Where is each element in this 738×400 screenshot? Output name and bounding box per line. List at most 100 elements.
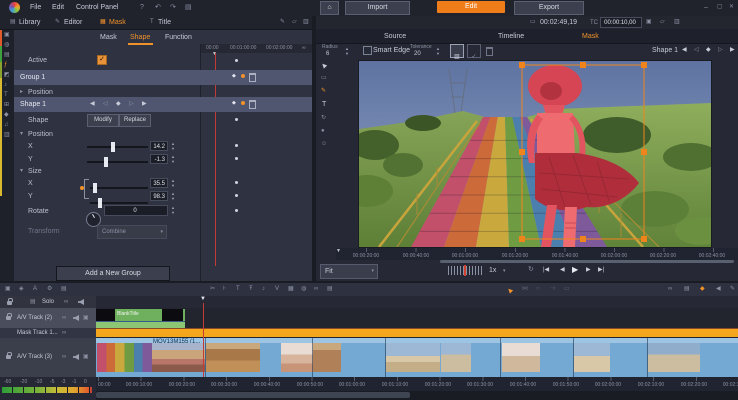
kf-add-icon[interactable]: ◆ bbox=[116, 101, 121, 107]
web-icon[interactable]: ◍ bbox=[301, 286, 306, 292]
pos-y-thumb[interactable] bbox=[104, 157, 108, 167]
brush-tool-icon[interactable]: ✎ bbox=[321, 88, 326, 94]
clip-thumbnail[interactable] bbox=[441, 343, 471, 372]
float-preview-icon[interactable]: ▱ bbox=[660, 19, 665, 25]
pos-y-stepper[interactable]: ▲▼ bbox=[171, 155, 175, 164]
undo-icon[interactable]: ↶ bbox=[155, 4, 161, 11]
mask-delete-button[interactable] bbox=[486, 47, 493, 56]
voiceover-icon[interactable]: ♪ bbox=[262, 286, 265, 292]
group1-keyframe-icon[interactable]: ◆ bbox=[232, 74, 236, 79]
preview-playhead-marker[interactable]: ▼ bbox=[336, 249, 341, 254]
solo-button[interactable]: Solo bbox=[42, 299, 54, 305]
chroma-icon[interactable]: V bbox=[275, 286, 279, 292]
link-icon[interactable]: ∞ bbox=[62, 354, 66, 360]
current-timecode[interactable]: 00:00:10,00 bbox=[600, 17, 642, 28]
timeline-scrollbar-thumb[interactable] bbox=[96, 392, 410, 398]
overlays-icon[interactable]: ⊞ bbox=[4, 102, 9, 108]
size-x-stepper[interactable]: ▲▼ bbox=[171, 179, 175, 188]
face-track-tool-icon[interactable]: ☺ bbox=[321, 141, 327, 147]
shape-prev-icon[interactable]: ◁ bbox=[694, 47, 699, 53]
shape1-delete-icon[interactable] bbox=[249, 100, 256, 109]
edit-mode-button[interactable]: Edit bbox=[437, 1, 505, 13]
rotate-value[interactable]: 0 bbox=[104, 205, 168, 216]
size-link-bracket[interactable] bbox=[84, 179, 89, 199]
select-mode-icon[interactable]: ▶ bbox=[507, 286, 515, 294]
menu-file[interactable]: File bbox=[30, 4, 41, 11]
track-av2-lane[interactable]: BlankTitle bbox=[96, 308, 738, 328]
playback-speed[interactable]: 1x bbox=[489, 267, 496, 274]
preview-scrollbar[interactable] bbox=[440, 260, 734, 263]
keyframe-dot[interactable] bbox=[235, 181, 238, 184]
zoom-fit-dropdown[interactable]: Fit ▾ bbox=[320, 264, 378, 279]
group1-delete-icon[interactable] bbox=[249, 73, 256, 82]
tab-editor[interactable]: Editor bbox=[64, 19, 82, 26]
collections-icon[interactable]: ▤ bbox=[4, 52, 10, 58]
keyframe-dot[interactable] bbox=[235, 209, 238, 212]
keyframe-dot[interactable] bbox=[235, 157, 238, 160]
shape-tool-icon[interactable]: ▭ bbox=[321, 75, 327, 81]
play-button[interactable]: ▶ bbox=[572, 266, 578, 274]
tab-library[interactable]: Library bbox=[19, 19, 40, 26]
tolerance-stepper[interactable]: ▲▼ bbox=[436, 47, 440, 56]
collapse-icon[interactable]: ▾ bbox=[20, 168, 23, 174]
transform-dropdown[interactable]: Combine ▾ bbox=[97, 225, 167, 239]
size-section-label[interactable]: Size bbox=[28, 168, 42, 175]
size-keyframe-dot[interactable] bbox=[80, 186, 84, 190]
collapse-icon[interactable]: ▾ bbox=[20, 131, 23, 137]
link-tool-icon[interactable]: ∞ bbox=[314, 286, 318, 292]
keyframe-dot[interactable] bbox=[235, 118, 238, 121]
home-button[interactable]: ⌂ bbox=[320, 1, 339, 15]
marker-icon[interactable]: ◆ bbox=[700, 286, 705, 292]
replace-button[interactable]: Replace bbox=[119, 114, 151, 127]
camera-icon[interactable]: ▣ bbox=[83, 315, 89, 321]
group-position-section[interactable]: Position bbox=[28, 89, 53, 96]
mask-select-tool[interactable]: ▧ bbox=[450, 44, 464, 58]
active-checkbox[interactable]: ✓ bbox=[97, 55, 107, 65]
shape1-row[interactable] bbox=[14, 97, 312, 112]
size-x-slider[interactable] bbox=[90, 187, 148, 189]
transform-tool-icon[interactable]: ↻ bbox=[321, 115, 326, 121]
pos-x-thumb[interactable] bbox=[111, 142, 115, 152]
montage-icon[interactable]: ▥ bbox=[4, 132, 10, 138]
dual-view-icon[interactable]: ▥ bbox=[303, 19, 309, 25]
clip-thumbnail[interactable] bbox=[313, 343, 341, 372]
add-group-button[interactable]: Add a New Group bbox=[56, 266, 170, 281]
link-icon[interactable]: ∞ bbox=[62, 315, 66, 321]
timeline-playhead-marker[interactable]: ▼ bbox=[200, 296, 206, 302]
notes-icon[interactable]: ▤ bbox=[185, 4, 192, 11]
transitions-icon[interactable]: ◩ bbox=[4, 72, 10, 78]
float-panel-icon[interactable]: ▱ bbox=[292, 19, 297, 25]
link-icon[interactable]: ∞ bbox=[64, 299, 68, 305]
keyframe-dot[interactable] bbox=[235, 59, 238, 62]
kf-first-icon[interactable]: ◀ bbox=[90, 101, 95, 107]
shape1-keyframe-icon[interactable]: ◆ bbox=[232, 101, 236, 106]
text-tool-icon[interactable]: T bbox=[322, 101, 326, 108]
kf-last-icon[interactable]: ▶ bbox=[142, 101, 147, 107]
smart-edge-checkbox[interactable] bbox=[363, 46, 372, 55]
menu-edit[interactable]: Edit bbox=[52, 4, 64, 11]
clip-thumbnail[interactable] bbox=[152, 343, 205, 372]
music-icon[interactable]: ♫ bbox=[4, 122, 9, 128]
pos-x-slider[interactable] bbox=[87, 146, 148, 148]
panel-divider[interactable] bbox=[312, 16, 316, 282]
menu-control-panel[interactable]: Control Panel bbox=[76, 4, 118, 11]
title-tool-icon[interactable]: T bbox=[236, 286, 240, 292]
mask-apply-button[interactable]: ✓ bbox=[467, 44, 481, 58]
clapboard-icon[interactable]: ▣ bbox=[646, 19, 652, 25]
slide-icon[interactable]: ▭ bbox=[564, 286, 570, 292]
radius-stepper[interactable]: ▲▼ bbox=[345, 47, 349, 56]
size-y-slider[interactable] bbox=[90, 202, 148, 204]
step-back-icon[interactable]: ◀ bbox=[560, 267, 565, 273]
maximize-button[interactable]: ▢ bbox=[717, 4, 723, 10]
export-button[interactable]: Export bbox=[514, 1, 584, 15]
size-y-thumb[interactable] bbox=[98, 198, 102, 208]
clip-thumbnail[interactable] bbox=[206, 343, 260, 372]
tab-mask[interactable]: Mask bbox=[109, 19, 126, 26]
speaker-icon[interactable] bbox=[78, 299, 84, 305]
skip-back-icon[interactable]: |◀ bbox=[543, 267, 549, 273]
clip-thumbnail[interactable] bbox=[502, 343, 540, 372]
magnet-icon[interactable]: ◈ bbox=[19, 286, 24, 292]
timeline-scrollbar-track[interactable] bbox=[96, 391, 738, 400]
roll-icon[interactable]: ○ bbox=[536, 286, 540, 292]
subtitle-tool-icon[interactable]: Ŧ bbox=[249, 286, 253, 292]
